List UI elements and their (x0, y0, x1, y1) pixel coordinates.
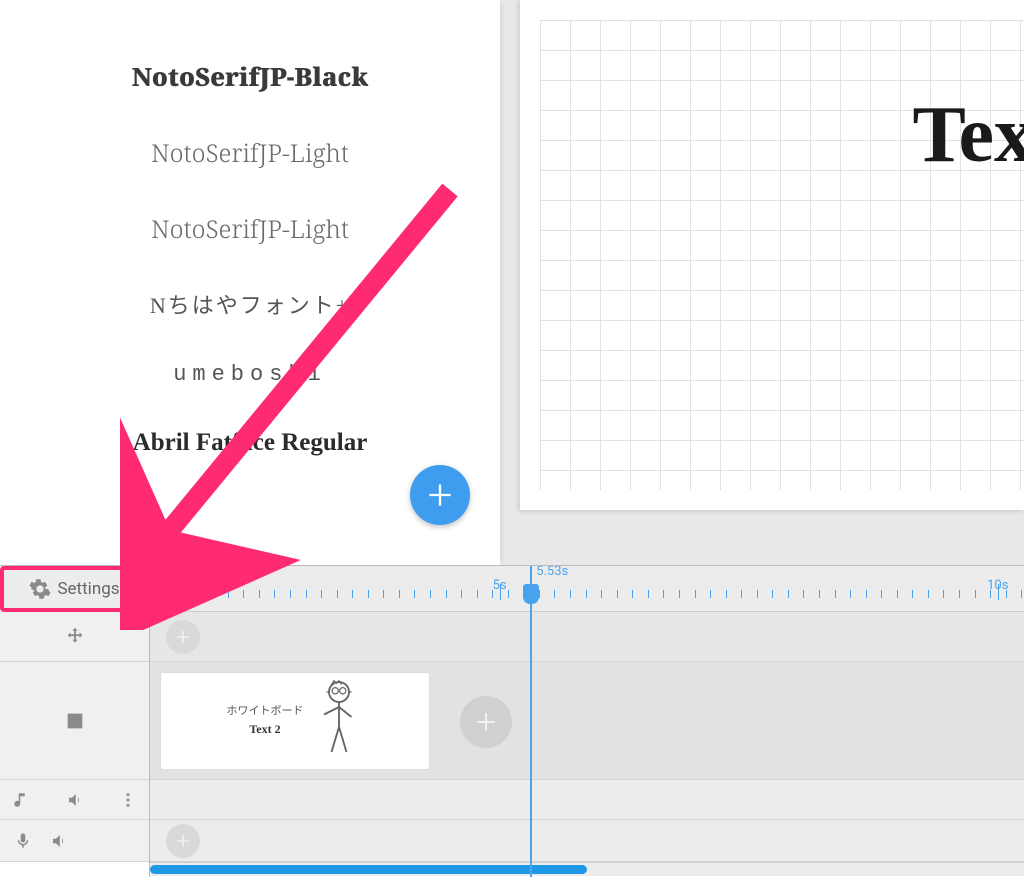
playhead-time-label: 5.53s (536, 566, 568, 579)
plus-icon (175, 629, 191, 645)
plus-icon (175, 833, 191, 849)
settings-label: Settings (57, 579, 119, 599)
track-head-music[interactable] (0, 780, 149, 820)
scene-clip-thumbnail: ホワイトボード Text 2 (227, 703, 304, 740)
add-scene-button[interactable] (460, 696, 512, 748)
font-list: NotoSerifJP-Black NotoSerifJP-Light Noto… (20, 40, 480, 457)
move-icon (64, 626, 86, 648)
timeline-tracks: 5s 10s ホワイトボード Text 2 (150, 566, 1024, 877)
font-item[interactable]: NotoSerifJP-Light (151, 212, 349, 246)
canvas-grid[interactable]: Tex (540, 20, 1024, 490)
playhead[interactable]: 5.53s (530, 566, 532, 877)
music-track[interactable] (150, 780, 1024, 820)
canvas-text-object[interactable]: Tex (912, 90, 1024, 181)
image-icon (64, 710, 86, 732)
canvas-area: Tex (500, 0, 1024, 565)
font-item[interactable]: umeboshi (173, 362, 327, 387)
timeline-ruler[interactable]: 5s 10s (150, 566, 1024, 612)
microphone-icon (14, 832, 32, 850)
plus-icon (474, 710, 498, 734)
plus-icon (426, 481, 454, 509)
voice-track[interactable] (150, 820, 1024, 862)
add-font-button[interactable] (410, 465, 470, 525)
font-item[interactable]: Abril Fatface Regular (133, 429, 368, 457)
timeline: Settings 5s 10s (0, 565, 1024, 877)
music-icon (12, 791, 30, 809)
track-head-scene[interactable] (0, 662, 149, 780)
character-icon (314, 677, 364, 765)
ruler-tick-label: 10s (987, 578, 1008, 593)
gear-icon (29, 578, 51, 600)
scene-clip-line2: Text 2 (227, 720, 304, 739)
playhead-handle[interactable] (523, 584, 539, 604)
font-item[interactable]: Nちはやフォント+ (150, 288, 350, 320)
scene-track[interactable]: ホワイトボード Text 2 (150, 662, 1024, 780)
settings-button[interactable]: Settings (0, 566, 149, 612)
font-list-panel: NotoSerifJP-Black NotoSerifJP-Light Noto… (0, 0, 500, 565)
font-item[interactable]: NotoSerifJP-Light (151, 136, 349, 170)
canvas-frame: Tex (520, 0, 1024, 510)
track-head-camera[interactable] (0, 612, 149, 662)
volume-icon (66, 791, 84, 809)
track-head-voice[interactable] (0, 820, 149, 862)
ruler-tick-label: 5s (493, 578, 507, 593)
volume-icon (50, 832, 68, 850)
more-vertical-icon (119, 791, 137, 809)
timeline-scrollbar-thumb[interactable] (150, 865, 587, 874)
add-voice-clip-button[interactable] (166, 824, 200, 858)
camera-track[interactable] (150, 612, 1024, 662)
add-camera-keyframe-button[interactable] (166, 620, 200, 654)
scene-clip[interactable]: ホワイトボード Text 2 (160, 672, 430, 770)
font-item[interactable]: NotoSerifJP-Black (132, 60, 368, 94)
timeline-scrollbar[interactable] (150, 862, 1024, 876)
timeline-track-headers: Settings (0, 566, 150, 877)
scene-clip-line1: ホワイトボード (227, 703, 304, 721)
